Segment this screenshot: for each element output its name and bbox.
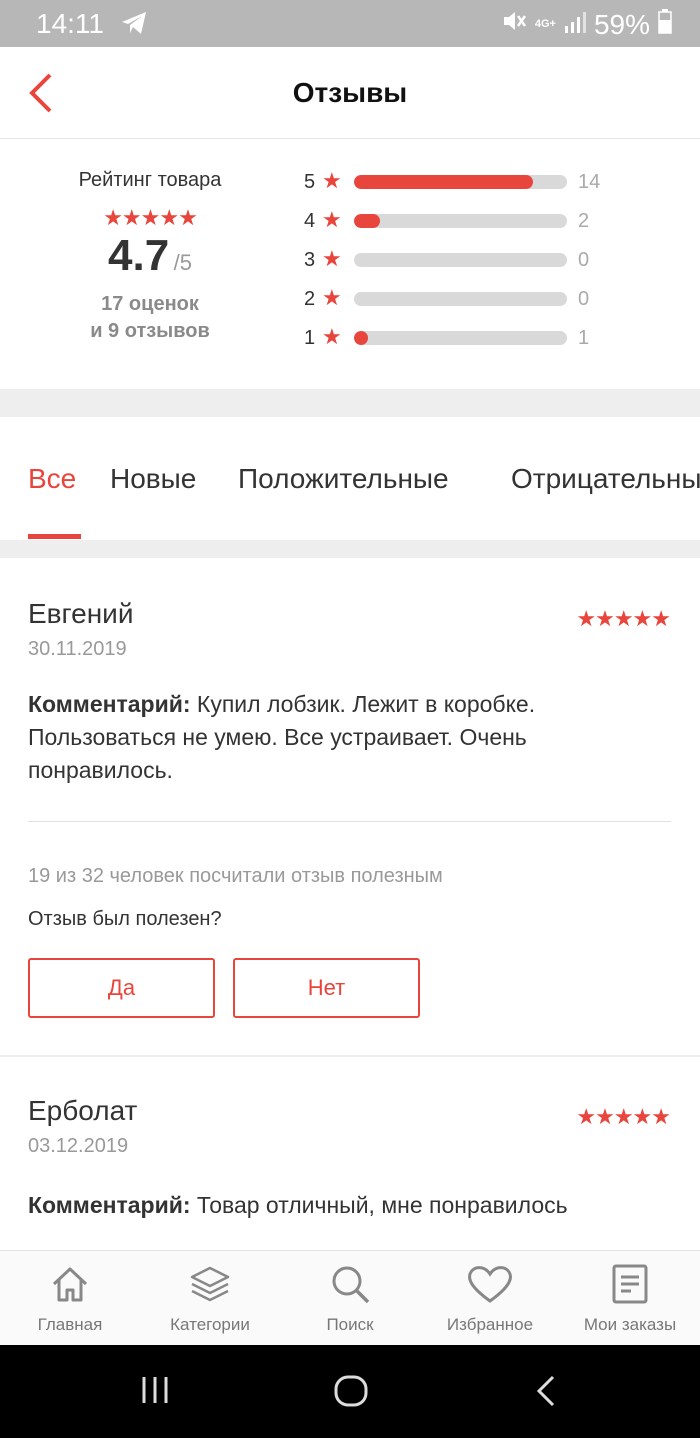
- tab-negative[interactable]: Отрицательные: [511, 463, 700, 495]
- rating-distribution: 5 ★ 14 4 ★ 2 3 ★ 0 2 ★ 0 1 ★ 1: [300, 167, 630, 362]
- review-card: Ерболат ★★★★★ 03.12.2019 Комментарий: То…: [0, 1057, 700, 1250]
- recent-apps-button[interactable]: [140, 1375, 170, 1410]
- telegram-icon: [120, 10, 148, 41]
- review-card: Евгений ★★★★★ 30.11.2019 Комментарий: Ку…: [0, 558, 700, 1055]
- helpful-no-button[interactable]: Нет: [233, 958, 420, 1018]
- rating-bar-track: [354, 292, 567, 306]
- star-icon: ★: [322, 324, 342, 349]
- helpful-question: Отзыв был полезен?: [28, 908, 222, 930]
- review-author: Евгений: [28, 598, 134, 629]
- active-tab-indicator: [28, 534, 81, 539]
- rating-bar-stars: 2: [304, 288, 316, 310]
- recent-apps-icon: [142, 1377, 168, 1403]
- rating-bar-count: 0: [578, 288, 590, 310]
- ratings-count: 17 оценок: [101, 293, 199, 315]
- bottom-navigation: Главная Категории Поиск Избранное Мои за…: [0, 1250, 700, 1345]
- battery-icon: [658, 8, 672, 41]
- tab-new[interactable]: Новые: [110, 463, 196, 495]
- orders-icon: [612, 1264, 648, 1304]
- system-navigation-bar: [0, 1345, 700, 1438]
- section-divider: [0, 540, 700, 558]
- status-time: 14:11: [36, 8, 104, 39]
- rating-bar-track: [354, 214, 567, 228]
- review-date: 30.11.2019: [28, 638, 127, 660]
- rating-bar-count: 2: [578, 210, 590, 232]
- mute-icon: [501, 8, 527, 41]
- review-date: 03.12.2019: [28, 1135, 129, 1157]
- layers-icon: [190, 1266, 230, 1302]
- rating-bar-row: 3 ★ 0: [300, 245, 630, 284]
- nav-label: Мои заказы: [583, 1315, 677, 1334]
- system-back-icon: [536, 1375, 555, 1407]
- rating-bar-row: 2 ★ 0: [300, 284, 630, 323]
- rating-label: Рейтинг товара: [78, 169, 222, 191]
- review-tabs: Все Новые Положительные Отрицательные: [0, 417, 700, 540]
- home-button[interactable]: [334, 1375, 368, 1412]
- rating-bar-stars: 4: [304, 210, 316, 232]
- nav-label: Главная: [37, 1315, 103, 1334]
- review-author: Ерболат: [28, 1095, 138, 1126]
- rating-score: 4.7 /5: [50, 231, 250, 281]
- comment-label: Комментарий:: [28, 691, 191, 717]
- rating-bar-row: 4 ★ 2: [300, 206, 630, 245]
- search-icon: [332, 1266, 370, 1304]
- rating-bar-track: [354, 175, 567, 189]
- rating-value: 4.7: [108, 231, 170, 280]
- rating-bar-stars: 1: [304, 327, 316, 349]
- page-title: Отзывы: [292, 77, 408, 108]
- helpful-stat: 19 из 32 человек посчитали отзыв полезны…: [28, 865, 443, 887]
- review-stars: ★★★★★: [576, 606, 671, 631]
- star-icon: ★: [322, 168, 342, 193]
- review-stars: ★★★★★: [576, 1104, 671, 1129]
- rating-bar-fill: [354, 175, 533, 189]
- nav-home[interactable]: Главная: [0, 1251, 140, 1346]
- home-icon: [52, 1267, 88, 1302]
- rating-bar-count: 1: [578, 327, 590, 349]
- heart-icon: [468, 1266, 512, 1303]
- star-icon: ★: [322, 246, 342, 271]
- nav-label: Категории: [170, 1315, 250, 1334]
- rating-bar-row: 1 ★ 1: [300, 323, 630, 362]
- rating-bar-track: [354, 253, 567, 267]
- comment-text: Товар отличный, мне понравилось: [190, 1192, 568, 1218]
- reviews-count: и 9 отзывов: [90, 320, 210, 342]
- review-comment: Комментарий: Товар отличный, мне понрави…: [28, 1189, 668, 1222]
- comment-label: Комментарий:: [28, 1192, 191, 1218]
- rating-bar-stars: 3: [304, 249, 316, 271]
- rating-summary: Рейтинг товара ★★★★★ 4.7 /5 17 оценок и …: [0, 139, 700, 389]
- rating-counts: 17 оценок и 9 отзывов: [50, 291, 250, 345]
- nav-orders[interactable]: Мои заказы: [560, 1251, 700, 1346]
- app-header: Отзывы: [0, 47, 700, 139]
- system-back-button[interactable]: [535, 1375, 557, 1412]
- nav-search[interactable]: Поиск: [280, 1251, 420, 1346]
- helpful-yes-button[interactable]: Да: [28, 958, 215, 1018]
- tab-all[interactable]: Все: [28, 463, 76, 495]
- rating-bar-fill: [354, 214, 380, 228]
- tab-positive[interactable]: Положительные: [238, 463, 449, 495]
- section-divider: [0, 389, 700, 417]
- rating-bar-fill: [354, 331, 368, 345]
- rating-bar-row: 5 ★ 14: [300, 167, 630, 206]
- divider: [28, 821, 671, 822]
- home-circle-icon: [334, 1375, 368, 1407]
- status-bar: 14:11 4G+ 59%: [0, 0, 700, 47]
- rating-bar-count: 14: [578, 171, 601, 193]
- nav-label: Поиск: [326, 1315, 374, 1334]
- star-icon: ★: [322, 207, 342, 232]
- signal-icon: [564, 9, 586, 41]
- nav-label: Избранное: [446, 1315, 534, 1334]
- rating-max: /5: [173, 250, 192, 275]
- rating-bar-stars: 5: [304, 171, 316, 193]
- rating-bar-count: 0: [578, 249, 590, 271]
- battery-percent: 59%: [593, 8, 650, 40]
- network-type: 4G+: [534, 18, 556, 30]
- star-icon: ★: [322, 285, 342, 310]
- nav-categories[interactable]: Категории: [140, 1251, 280, 1346]
- review-comment: Комментарий: Купил лобзик. Лежит в короб…: [28, 688, 668, 787]
- nav-favorites[interactable]: Избранное: [420, 1251, 560, 1346]
- rating-bar-track: [354, 331, 567, 345]
- rating-stars: ★★★★★: [103, 205, 198, 230]
